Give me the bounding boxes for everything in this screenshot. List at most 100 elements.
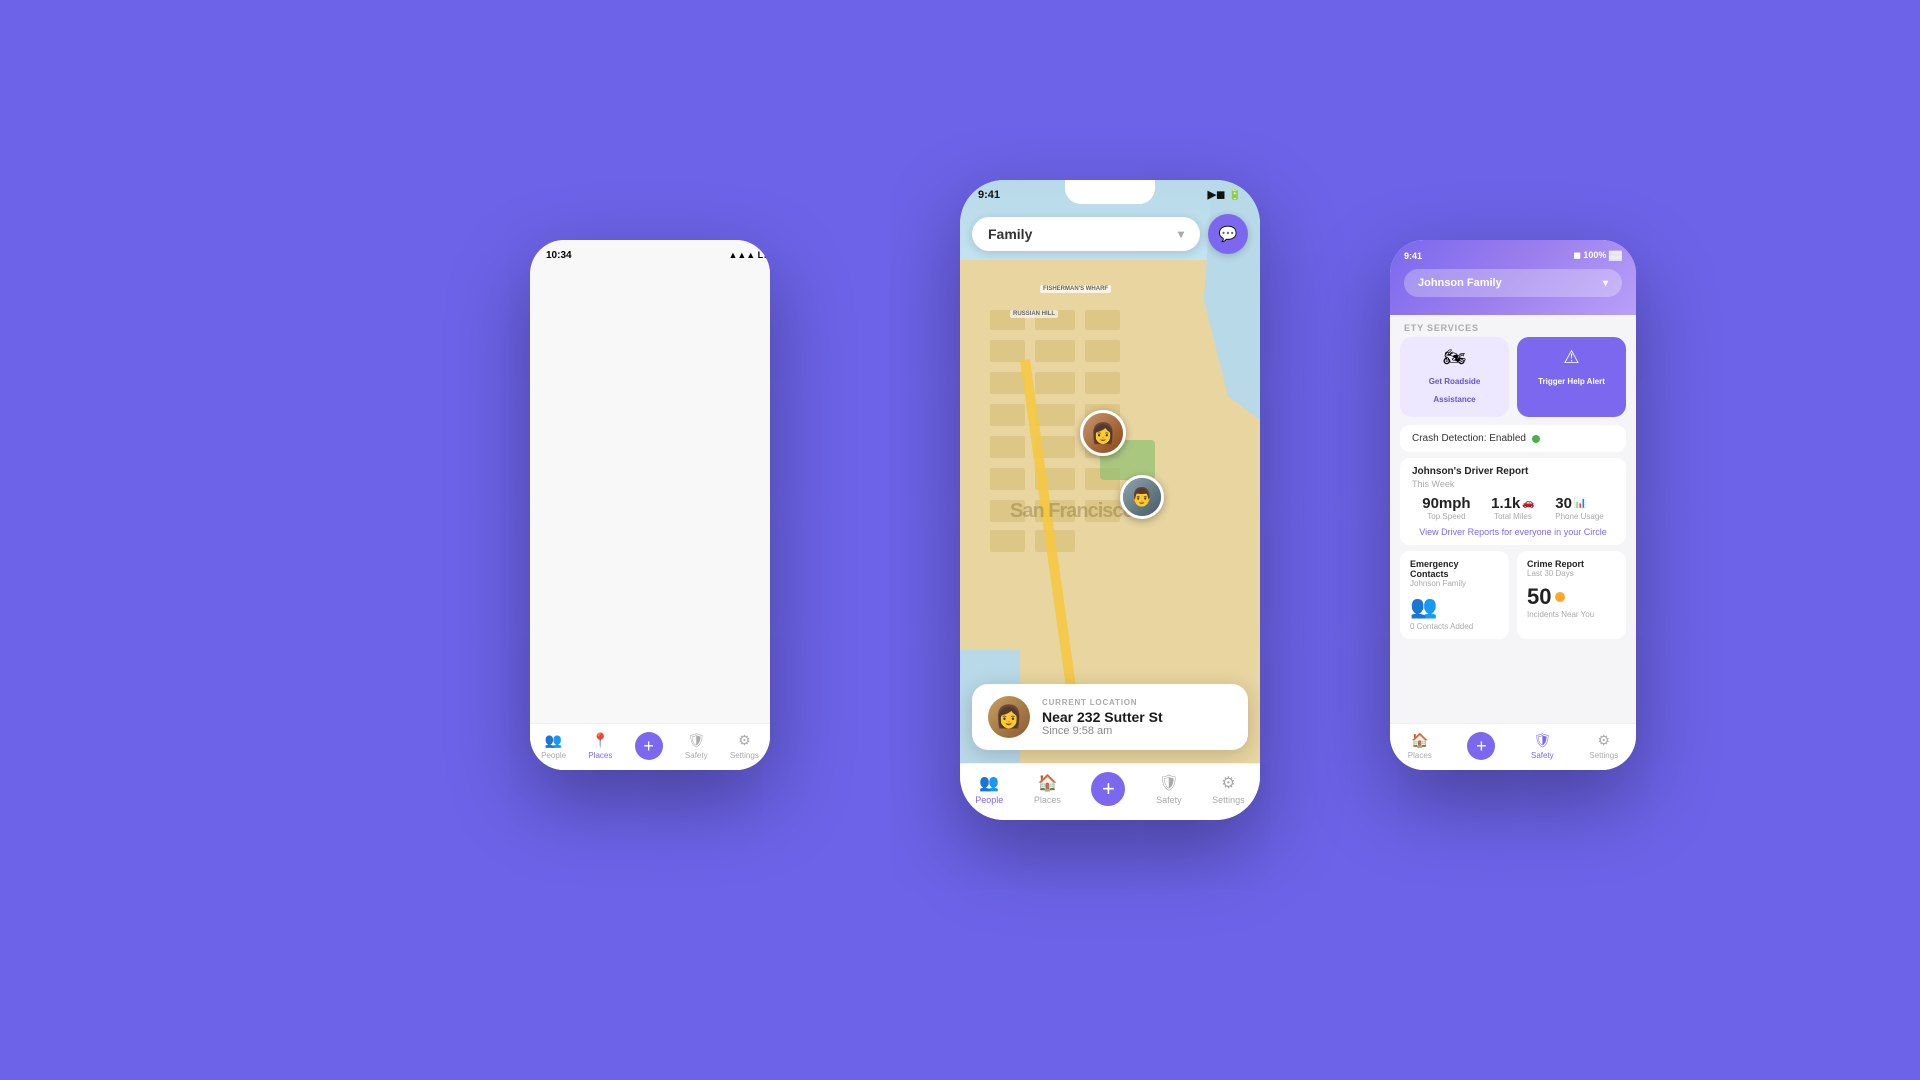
center-chevron-icon: ▾: [1178, 227, 1184, 241]
center-nav-places[interactable]: 🏠 Places: [1034, 773, 1061, 805]
right-chevron-icon: ▾: [1603, 278, 1608, 289]
safety-buttons: 🏍 Get Roadside Assistance ⚠ Trigger Help…: [1390, 337, 1636, 425]
center-map: San Francisco FISHERMAN'S WHARF RUSSIAN …: [960, 180, 1260, 770]
stat-phone: 30 📊 Phone Usage: [1555, 495, 1603, 521]
driver-report-period: This Week: [1412, 479, 1614, 489]
emergency-contacts-card: Emergency Contacts Johnson Family 👥 0 Co…: [1400, 551, 1509, 639]
safety-title: ETY SERVICES: [1390, 315, 1636, 337]
roadside-label: Get Roadside Assistance: [1429, 377, 1481, 404]
nav-add[interactable]: +: [635, 732, 663, 760]
crash-detection-label: Crash Detection: Enabled: [1412, 433, 1526, 444]
center-nav-settings-label: Settings: [1212, 795, 1245, 805]
bottom-cards: Emergency Contacts Johnson Family 👥 0 Co…: [1390, 551, 1636, 639]
crime-value: 50: [1527, 584, 1551, 610]
right-header: 9:41 ◼ 100% ▓▓ Johnson Family ▾: [1390, 240, 1636, 315]
driver-stats: 90mph Top Speed 1.1k 🚗 Total Miles: [1412, 495, 1614, 521]
user-pin-2: 👨: [1120, 475, 1164, 519]
roadside-assistance-button[interactable]: 🏍 Get Roadside Assistance: [1400, 337, 1509, 417]
center-nav-people-label: People: [975, 795, 1003, 805]
right-status-bar: 9:41 ◼ 100% ▓▓: [1404, 250, 1622, 261]
center-people-icon: 👥: [979, 773, 999, 793]
stat-speed-label: Top Speed: [1422, 512, 1470, 521]
people-icon: 👥: [545, 732, 562, 749]
settings-icon: ⚙: [738, 732, 751, 749]
phones-wrapper: 10:34 ▲▲▲ LTE Johnson Family ▾: [530, 180, 1390, 900]
location-address: Near 232 Sutter St: [1042, 709, 1163, 725]
location-avatar: 👩: [988, 696, 1030, 738]
location-card: 👩 CURRENT LOCATION Near 232 Sutter St Si…: [972, 684, 1248, 750]
street-label-fisherman: FISHERMAN'S WHARF: [1040, 285, 1111, 293]
crash-detection-row: Crash Detection: Enabled: [1412, 433, 1614, 444]
nav-safety[interactable]: 🛡 Safety: [685, 732, 708, 760]
center-nav-safety-label: Safety: [1156, 795, 1182, 805]
left-bottom-nav: 👥 People 📍 Places + 🛡 Safety ⚙ Settings: [530, 723, 770, 770]
help-alert-button[interactable]: ⚠ Trigger Help Alert: [1517, 337, 1626, 417]
left-time: 10:34: [546, 250, 572, 770]
center-time: 9:41: [978, 189, 1000, 201]
add-button-icon: +: [635, 732, 663, 760]
nav-places[interactable]: 📍 Places: [588, 732, 612, 760]
center-add-button-icon: +: [1091, 772, 1125, 806]
warning-dot-icon: [1555, 592, 1565, 602]
center-nav-safety[interactable]: 🛡 Safety: [1156, 773, 1182, 805]
help-alert-icon: ⚠: [1525, 347, 1618, 368]
view-reports-link[interactable]: View Driver Reports for everyone in your…: [1412, 521, 1614, 537]
center-header: Family ▾ 💬: [972, 214, 1248, 254]
sf-label: San Francisco: [1010, 500, 1134, 523]
center-family-selector[interactable]: Family ▾: [972, 217, 1200, 251]
center-bottom-nav: 👥 People 🏠 Places + 🛡 Safety ⚙ Settings: [960, 763, 1260, 820]
driver-report-card: Johnson's Driver Report This Week 90mph …: [1400, 458, 1626, 545]
crime-label: Incidents Near You: [1527, 610, 1616, 619]
stat-speed-value: 90mph: [1422, 495, 1470, 512]
roadside-icon: 🏍: [1408, 347, 1501, 368]
right-phone-shell: 9:41 ◼ 100% ▓▓ Johnson Family ▾ ETY SERV…: [1390, 240, 1636, 770]
help-alert-label: Trigger Help Alert: [1538, 377, 1605, 386]
center-nav-people[interactable]: 👥 People: [975, 773, 1003, 805]
nav-people-label: People: [541, 751, 566, 760]
contacts-icon: 👥: [1410, 594, 1437, 619]
center-nav-add[interactable]: +: [1091, 772, 1125, 806]
center-safety-icon: 🛡: [1159, 773, 1179, 793]
right-content: ETY SERVICES 🏍 Get Roadside Assistance ⚠…: [1390, 315, 1636, 725]
center-settings-icon: ⚙: [1221, 773, 1235, 793]
stat-miles: 1.1k 🚗 Total Miles: [1491, 495, 1535, 521]
right-time: 9:41: [1404, 251, 1422, 261]
emergency-subtitle: Johnson Family: [1410, 579, 1499, 588]
contacts-added: 0 Contacts Added: [1410, 622, 1499, 631]
center-nav-places-label: Places: [1034, 795, 1061, 805]
street-label-russian: RUSSIAN HILL: [1010, 310, 1058, 318]
center-places-icon: 🏠: [1037, 773, 1057, 793]
crime-period: Last 30 Days: [1527, 569, 1616, 578]
safety-icon: 🛡: [687, 732, 705, 749]
stat-phone-value: 30 📊: [1555, 495, 1603, 512]
center-nav-settings[interactable]: ⚙ Settings: [1212, 773, 1245, 805]
miles-icon: 🚗: [1522, 498, 1534, 509]
left-signal: ▲▲▲ LTE: [728, 250, 770, 770]
center-chat-button[interactable]: 💬: [1208, 214, 1248, 254]
notch: [1065, 180, 1155, 204]
user-pin-1: 👩: [1080, 410, 1126, 456]
location-label: CURRENT LOCATION: [1042, 698, 1163, 707]
crime-title: Crime Report: [1527, 559, 1616, 569]
left-phone-shell: 10:34 ▲▲▲ LTE Johnson Family ▾: [530, 240, 770, 770]
nav-people[interactable]: 👥 People: [541, 732, 566, 760]
phone-usage-chart-icon: 📊: [1574, 498, 1586, 509]
driver-report-title: Johnson's Driver Report: [1412, 466, 1614, 477]
location-time: Since 9:58 am: [1042, 725, 1163, 737]
crash-detection-card: Crash Detection: Enabled: [1400, 425, 1626, 452]
nav-settings[interactable]: ⚙ Settings: [730, 732, 759, 760]
center-family-name: Family: [988, 226, 1032, 242]
enabled-dot: [1532, 435, 1540, 443]
places-icon: 📍: [592, 732, 609, 749]
nav-settings-label: Settings: [730, 751, 759, 760]
crime-value-row: 50: [1527, 584, 1616, 610]
right-family-selector[interactable]: Johnson Family ▾: [1404, 269, 1622, 297]
location-info: CURRENT LOCATION Near 232 Sutter St Sinc…: [1042, 698, 1163, 737]
center-battery-icon: ▶◼ 🔋: [1208, 188, 1242, 201]
center-phone-shell: 9:41 ▶◼ 🔋: [960, 180, 1260, 820]
stat-speed: 90mph Top Speed: [1422, 495, 1470, 521]
stat-phone-label: Phone Usage: [1555, 512, 1603, 521]
stat-miles-value: 1.1k 🚗: [1491, 495, 1535, 512]
emergency-title: Emergency Contacts: [1410, 559, 1499, 579]
nav-safety-label: Safety: [685, 751, 708, 760]
